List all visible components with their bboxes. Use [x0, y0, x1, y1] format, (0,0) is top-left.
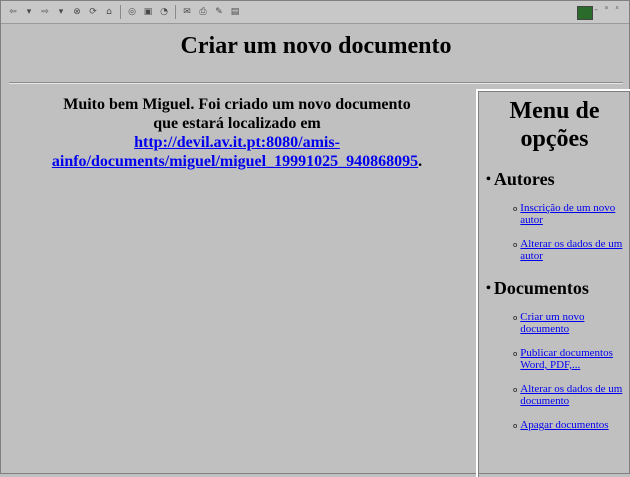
- menu-item-criar-documento: o Criar um novo documento: [513, 311, 630, 335]
- nav-buttons: ⇦ ▾ ⇨ ▾ ⊗ ⟳ ⌂ ◎ ▣ ◔ ✉ ⎙ ✎ ▤: [5, 5, 243, 19]
- menu-item-alterar-documento: o Alterar os dados de um documento: [513, 383, 630, 407]
- horizontal-rule: [9, 82, 623, 84]
- circle-bullet-icon: o: [513, 350, 518, 358]
- home-icon[interactable]: ⌂: [103, 6, 115, 18]
- menu-item-apagar-documentos: o Apagar documentos: [513, 419, 630, 431]
- menu-item-alterar-autor: o Alterar os dados de um autor: [513, 238, 630, 262]
- page-title: Criar um novo documento: [180, 33, 452, 59]
- browser-window: ⇦ ▾ ⇨ ▾ ⊗ ⟳ ⌂ ◎ ▣ ◔ ✉ ⎙ ✎ ▤ - ᵃ ˣ Criar …: [0, 0, 630, 477]
- print-icon[interactable]: ⎙: [197, 6, 209, 18]
- menu-link[interactable]: Criar um novo documento: [520, 311, 630, 335]
- discuss-icon[interactable]: ▤: [229, 6, 241, 18]
- menu-item-inscricao-autor: o Inscrição de um novo autor: [513, 202, 630, 226]
- document-link-wrapper: http://devil.av.it.pt:8080/amis-ainfo/do…: [7, 133, 467, 171]
- forward-icon[interactable]: ⇨: [39, 6, 51, 18]
- menu-link[interactable]: Inscrição de um novo autor: [520, 202, 630, 226]
- mail-icon[interactable]: ✉: [181, 6, 193, 18]
- options-menu: Menu de opções • Autores o Inscrição de …: [476, 89, 630, 477]
- link-suffix: .: [418, 153, 423, 170]
- section-documentos: • Documentos: [486, 278, 630, 299]
- menu-link[interactable]: Publicar documentos Word, PDF,...: [520, 347, 630, 371]
- search-icon[interactable]: ◎: [126, 6, 138, 18]
- menu-item-publicar-documentos: o Publicar documentos Word, PDF,...: [513, 347, 630, 371]
- refresh-icon[interactable]: ⟳: [87, 6, 99, 18]
- stop-icon[interactable]: ⊗: [71, 6, 83, 18]
- menu-link[interactable]: Apagar documentos: [520, 419, 608, 431]
- section-label: Autores: [493, 169, 555, 189]
- section-label: Documentos: [493, 278, 589, 298]
- back-icon[interactable]: ⇦: [7, 6, 19, 18]
- favorites-icon[interactable]: ▣: [142, 6, 154, 18]
- dropdown-icon[interactable]: ▾: [55, 6, 67, 18]
- circle-bullet-icon: o: [513, 314, 518, 322]
- browser-toolbar: ⇦ ▾ ⇨ ▾ ⊗ ⟳ ⌂ ◎ ▣ ◔ ✉ ⎙ ✎ ▤ - ᵃ ˣ: [1, 1, 629, 24]
- menu-link[interactable]: Alterar os dados de um documento: [520, 383, 630, 407]
- toolbar-separator: [120, 5, 121, 19]
- bullet-icon: •: [486, 171, 491, 187]
- edit-icon[interactable]: ✎: [213, 6, 225, 18]
- document-link[interactable]: http://devil.av.it.pt:8080/amis-ainfo/do…: [52, 134, 418, 170]
- confirmation-message: Muito bem Miguel. Foi criado um novo doc…: [7, 95, 467, 171]
- toolbar-separator: [175, 5, 176, 19]
- menu-title: Menu de opções: [509, 98, 600, 152]
- message-line-2: que estará localizado em: [153, 115, 321, 132]
- bullet-icon: •: [486, 280, 491, 296]
- menu-link[interactable]: Alterar os dados de um autor: [520, 238, 630, 262]
- dropdown-icon[interactable]: ▾: [23, 6, 35, 18]
- browser-logo-icon: [577, 6, 593, 20]
- circle-bullet-icon: o: [513, 386, 518, 394]
- circle-bullet-icon: o: [513, 241, 518, 249]
- circle-bullet-icon: o: [513, 205, 518, 213]
- history-icon[interactable]: ◔: [158, 6, 170, 18]
- message-line-1: Muito bem Miguel. Foi criado um novo doc…: [63, 96, 411, 113]
- window-controls[interactable]: - ᵃ ˣ: [595, 5, 622, 15]
- section-autores: • Autores: [486, 169, 630, 190]
- circle-bullet-icon: o: [513, 422, 518, 430]
